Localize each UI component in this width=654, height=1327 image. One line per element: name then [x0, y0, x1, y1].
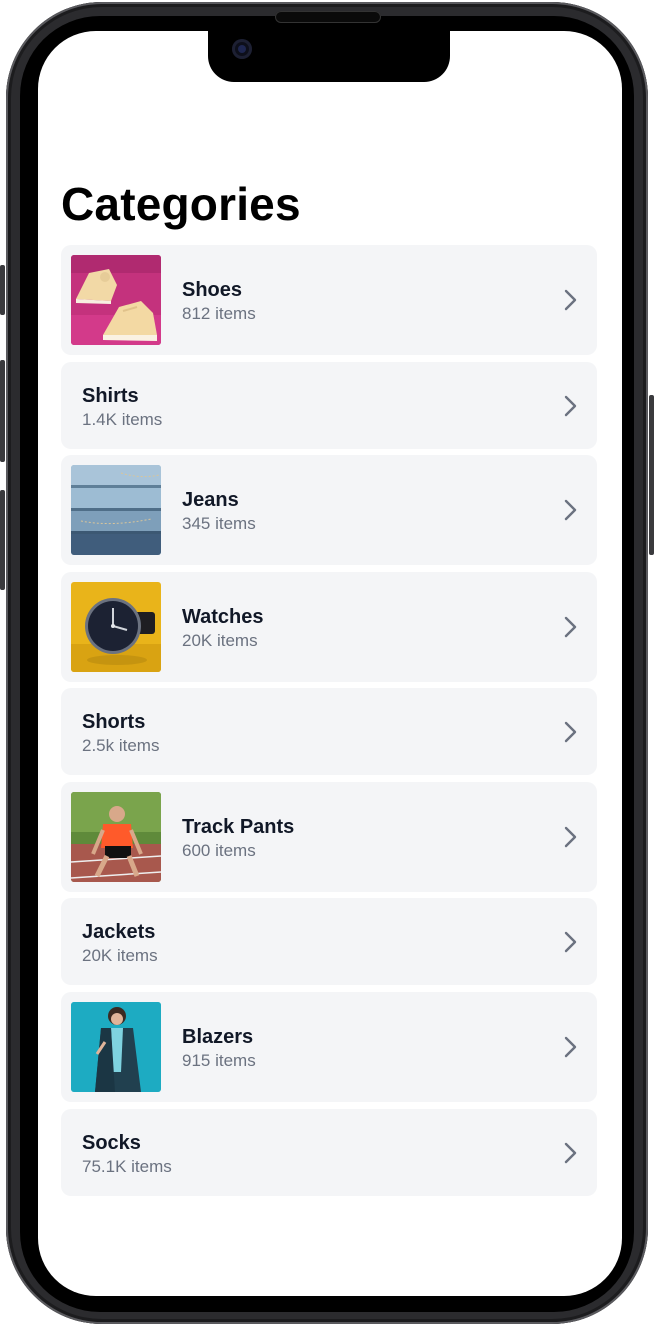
category-name: Jackets: [82, 921, 156, 943]
category-name: Shirts: [82, 385, 139, 407]
category-row-jackets[interactable]: Jackets 20K items: [61, 898, 597, 985]
category-count: 345 items: [182, 514, 256, 533]
chevron-right-icon: [564, 1142, 577, 1164]
category-row-socks[interactable]: Socks 75.1K items: [61, 1109, 597, 1196]
shoes-thumbnail: [71, 255, 161, 345]
category-row-track-pants[interactable]: Track Pants 600 items: [61, 782, 597, 892]
chevron-right-icon: [564, 616, 577, 638]
category-count: 1.4K items: [82, 410, 163, 429]
category-count: 812 items: [182, 304, 256, 323]
category-name: Watches: [182, 606, 264, 628]
category-row-shoes[interactable]: Shoes 812 items: [61, 245, 597, 355]
chevron-right-icon: [564, 1036, 577, 1058]
front-camera: [232, 39, 252, 59]
app-screen: Categories Shoes 812 items Shirts 1.4K i…: [38, 31, 622, 1296]
category-name: Jeans: [182, 489, 239, 511]
category-name: Blazers: [182, 1026, 254, 1048]
category-name: Socks: [82, 1132, 141, 1154]
category-row-watches[interactable]: Watches 20K items: [61, 572, 597, 682]
volume-up-button: [0, 360, 5, 462]
chevron-right-icon: [564, 826, 577, 848]
category-count: 915 items: [182, 1051, 256, 1070]
category-name: Shorts: [82, 711, 146, 733]
category-count: 20K items: [82, 946, 158, 965]
category-row-jeans[interactable]: Jeans 345 items: [61, 455, 597, 565]
earpiece-speaker: [275, 11, 381, 23]
category-count: 2.5k items: [82, 736, 160, 755]
blazers-thumbnail: [71, 1002, 161, 1092]
category-row-blazers[interactable]: Blazers 915 items: [61, 992, 597, 1102]
category-row-shirts[interactable]: Shirts 1.4K items: [61, 362, 597, 449]
category-count: 600 items: [182, 841, 256, 860]
jeans-thumbnail: [71, 465, 161, 555]
category-count: 20K items: [182, 631, 258, 650]
page-title: Categories: [61, 178, 301, 230]
chevron-right-icon: [564, 931, 577, 953]
watches-thumbnail: [71, 582, 161, 672]
chevron-right-icon: [564, 499, 577, 521]
category-name: Shoes: [182, 279, 243, 301]
chevron-right-icon: [564, 721, 577, 743]
silent-switch: [0, 265, 5, 315]
category-count: 75.1K items: [82, 1157, 172, 1176]
volume-down-button: [0, 490, 5, 590]
category-name: Track Pants: [182, 816, 295, 838]
chevron-right-icon: [564, 395, 577, 417]
category-row-shorts[interactable]: Shorts 2.5k items: [61, 688, 597, 775]
power-button: [649, 395, 654, 555]
track-pants-thumbnail: [71, 792, 161, 882]
chevron-right-icon: [564, 289, 577, 311]
